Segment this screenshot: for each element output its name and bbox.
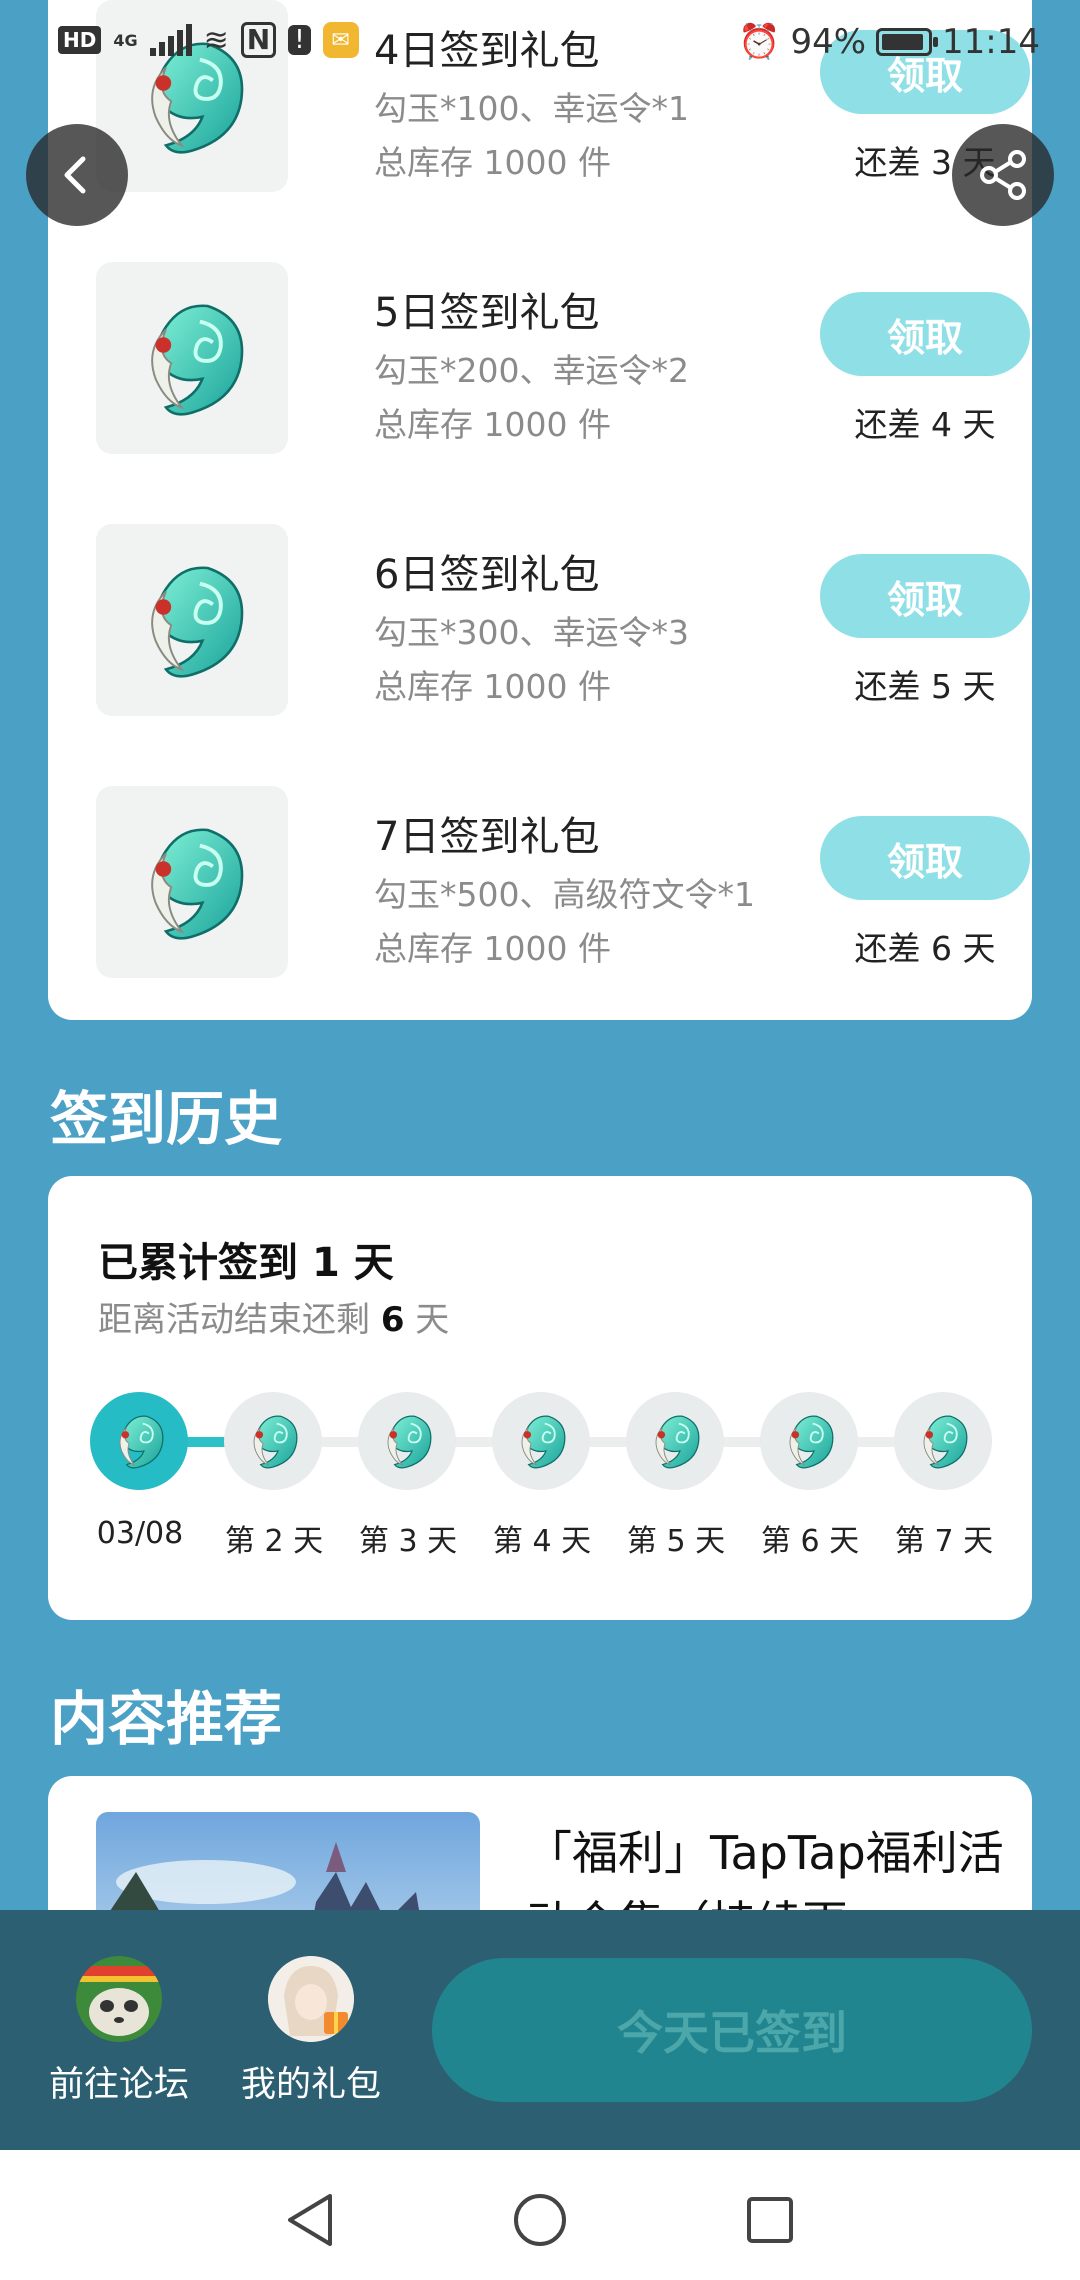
gift-stock: 总库存 1000 件 [374, 929, 611, 968]
signin-day: 第 3 天 [358, 1392, 458, 1559]
total-signin-label: 已累计签到 1 天 [98, 1240, 394, 1286]
alarm-icon: ⏰ [738, 22, 781, 62]
status-bar: HD 4G ≋ N ! ✉ ⏰ 94% 11:14 [0, 0, 1080, 90]
my-gifts-button[interactable]: 我的礼包 [226, 1956, 396, 2107]
signin-day: 第 7 天 [894, 1392, 994, 1559]
activity-end-label: 距离活动结束还剩 6 天 [98, 1300, 450, 1340]
nfc-icon: N [240, 22, 277, 58]
gift-contents: 勾玉*200、幸运令*2 [374, 351, 689, 390]
signal-icon [149, 24, 192, 56]
signin-day: 03/08 [90, 1392, 190, 1551]
warning-icon: ! [288, 25, 311, 55]
jade-icon [96, 786, 288, 978]
gift-stock: 总库存 1000 件 [374, 405, 611, 444]
jade-icon [224, 1392, 322, 1490]
signin-day: 第 6 天 [760, 1392, 860, 1559]
claim-button[interactable]: 领取 [820, 292, 1030, 376]
jade-icon [96, 262, 288, 454]
jade-icon [760, 1392, 858, 1490]
gift-stock: 总库存 1000 件 [374, 143, 611, 182]
bottom-action-bar: 前往论坛 我的礼包 今天已签到 [0, 1910, 1080, 2150]
game-avatar-icon [76, 1956, 162, 2042]
gift-title: 6日签到礼包 [374, 552, 600, 598]
mail-icon: ✉ [322, 22, 359, 58]
system-nav-bar [0, 2150, 1080, 2280]
character-avatar-icon [268, 1956, 354, 2042]
history-card: 已累计签到 1 天 距离活动结束还剩 6 天 03/08 第 2 天第 3 天第 … [48, 1176, 1032, 1620]
clock: 11:14 [942, 22, 1040, 62]
days-remaining: 还差 6 天 [854, 929, 996, 968]
claim-button[interactable]: 领取 [820, 816, 1030, 900]
gift-stock: 总库存 1000 件 [374, 667, 611, 706]
forum-label: 前往论坛 [48, 2065, 189, 2105]
nav-back-button[interactable] [280, 2190, 340, 2250]
back-button[interactable] [26, 124, 128, 226]
gift-row: 5日签到礼包勾玉*200、幸运令*2 总库存 1000 件 领取还差 4 天 [96, 262, 1030, 454]
my-gifts-label: 我的礼包 [240, 2065, 381, 2105]
signin-day: 第 5 天 [626, 1392, 726, 1559]
signin-day: 第 2 天 [224, 1392, 324, 1559]
nav-recents-button[interactable] [740, 2190, 800, 2250]
days-remaining: 还差 4 天 [854, 405, 996, 444]
jade-icon [90, 1392, 188, 1490]
square-recents-icon [747, 2197, 793, 2243]
gift-title: 7日签到礼包 [374, 814, 600, 860]
wifi-icon: ≋ [203, 22, 229, 58]
jade-icon [626, 1392, 724, 1490]
nav-home-button[interactable] [510, 2190, 570, 2250]
gift-row: 7日签到礼包勾玉*500、高级符文令*1 总库存 1000 件 领取还差 6 天 [96, 786, 1030, 978]
share-button[interactable] [952, 124, 1054, 226]
triangle-back-icon [288, 2194, 332, 2246]
days-remaining: 还差 5 天 [854, 667, 996, 706]
circle-home-icon [514, 2194, 566, 2246]
jade-icon [894, 1392, 992, 1490]
battery-percent: 94% [790, 22, 867, 62]
gift-contents: 勾玉*500、高级符文令*1 [374, 875, 755, 914]
recommend-section-title: 内容推荐 [50, 1685, 283, 1753]
chevron-left-icon [64, 156, 86, 194]
battery-icon [876, 28, 939, 56]
share-icon [980, 150, 1026, 200]
gift-contents: 勾玉*300、幸运令*3 [374, 613, 689, 652]
signin-day: 第 4 天 [492, 1392, 592, 1559]
jade-icon [96, 524, 288, 716]
history-section-title: 签到历史 [50, 1085, 283, 1153]
hd-badge: HD [58, 26, 102, 54]
day-label: 第 7 天 [894, 1524, 994, 1559]
signed-today-button[interactable]: 今天已签到 [432, 1958, 1032, 2102]
forum-button[interactable]: 前往论坛 [34, 1956, 204, 2107]
jade-icon [492, 1392, 590, 1490]
gift-row: 6日签到礼包勾玉*300、幸运令*3 总库存 1000 件 领取还差 5 天 [96, 524, 1030, 716]
claim-button[interactable]: 领取 [820, 554, 1030, 638]
jade-icon [358, 1392, 456, 1490]
gift-title: 5日签到礼包 [374, 290, 600, 336]
gift-list-card: 4日签到礼包 勾玉*100、幸运令*1 总库存 1000 件领取 还差 3 天 5日签到… [48, 0, 1032, 1020]
network-type: 4G [113, 30, 138, 50]
